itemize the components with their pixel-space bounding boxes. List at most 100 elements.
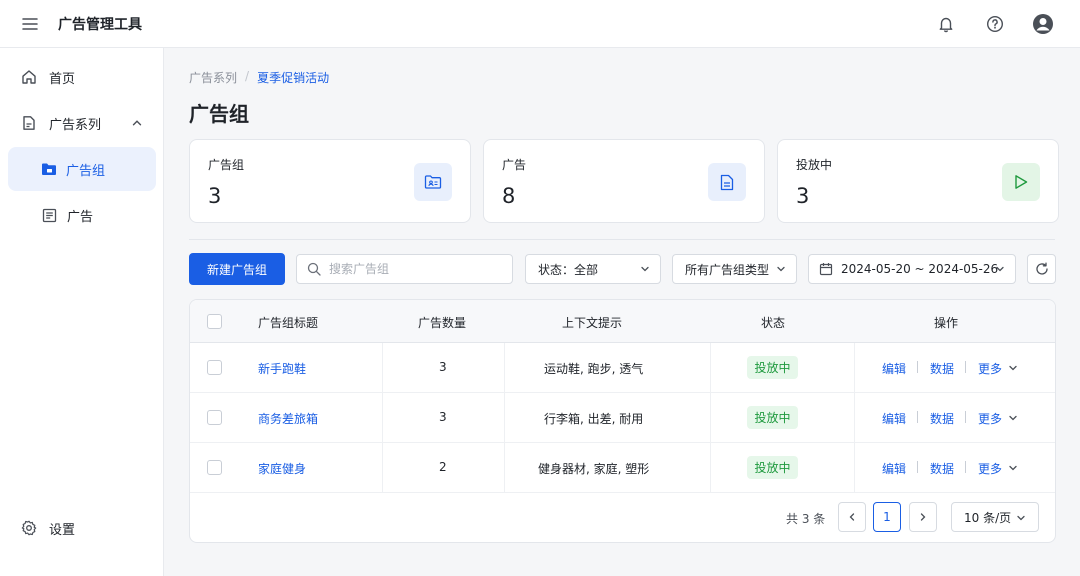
chevron-down-icon: [1009, 415, 1017, 421]
top-bar: 广告管理工具: [0, 0, 1080, 48]
sidebar-item-label: 广告: [67, 209, 94, 225]
more-dropdown[interactable]: 更多: [978, 410, 1018, 427]
status-filter-select[interactable]: 状态：全部: [525, 254, 661, 284]
stat-label: 投放中: [796, 158, 833, 172]
breadcrumb: 广告系列 / 夏季促销活动: [189, 69, 329, 86]
chevron-down-icon: [1009, 365, 1017, 371]
column-header-title[interactable]: 广告组标题: [258, 314, 318, 331]
stat-value: 3: [796, 184, 810, 208]
sidebar-item-ads[interactable]: 广告: [8, 193, 156, 237]
row-checkbox[interactable]: [207, 460, 222, 475]
type-filter-value: 所有广告组类型: [685, 262, 770, 277]
ad-count: 2: [439, 460, 447, 474]
refresh-icon: [1035, 262, 1048, 275]
more-label: 更多: [978, 412, 1003, 426]
action-separator: [917, 361, 918, 373]
more-dropdown[interactable]: 更多: [978, 360, 1018, 377]
play-icon: [1002, 163, 1040, 201]
page-size-select[interactable]: 10 条/页: [951, 502, 1039, 532]
folder-icon: [41, 161, 57, 177]
more-dropdown[interactable]: 更多: [978, 460, 1018, 477]
date-range-picker[interactable]: 2024-05-20 ~ 2024-05-26: [808, 254, 1016, 284]
ad-count: 3: [439, 410, 447, 424]
more-label: 更多: [978, 362, 1003, 376]
help-icon[interactable]: [983, 12, 1007, 36]
sidebar-item-home[interactable]: 首页: [8, 55, 156, 99]
chevron-down-icon: [996, 266, 1004, 272]
sidebar-item-label: 首页: [49, 71, 76, 87]
stat-card-ads: 广告 8: [483, 139, 765, 223]
status-badge: 投放中: [747, 406, 798, 429]
action-separator: [965, 411, 966, 423]
column-header-hints[interactable]: 上下文提示: [562, 314, 622, 331]
sidebar-item-label: 广告组: [66, 163, 106, 179]
date-range-value: 2024-05-20 ~ 2024-05-26: [841, 262, 999, 276]
bell-icon[interactable]: [934, 12, 958, 36]
stat-value: 3: [208, 184, 222, 208]
row-checkbox[interactable]: [207, 410, 222, 425]
context-hints: 健身器材, 家庭, 塑形: [538, 462, 650, 476]
stat-label: 广告组: [208, 158, 245, 172]
page-number-button[interactable]: 1: [873, 502, 901, 532]
gear-icon: [21, 520, 37, 536]
chevron-up-icon[interactable]: [130, 116, 144, 130]
table-row: 家庭健身 2 健身器材, 家庭, 塑形 投放中 编辑 数据 更多: [190, 443, 1055, 493]
refresh-button[interactable]: [1027, 254, 1056, 284]
chevron-down-icon: [1009, 465, 1017, 471]
column-header-count[interactable]: 广告数量: [418, 314, 466, 331]
select-all-checkbox[interactable]: [207, 314, 222, 329]
chevron-down-icon: [641, 266, 649, 272]
home-icon: [21, 69, 37, 85]
chevron-right-icon: [920, 513, 926, 521]
action-separator: [965, 361, 966, 373]
user-avatar-icon[interactable]: [1031, 12, 1055, 36]
action-separator: [917, 411, 918, 423]
ad-group-title-link[interactable]: 新手跑鞋: [258, 360, 306, 377]
row-checkbox[interactable]: [207, 360, 222, 375]
app-title: 广告管理工具: [58, 17, 142, 33]
chevron-down-icon: [777, 266, 785, 272]
edit-link[interactable]: 编辑: [882, 460, 906, 477]
column-header-actions: 操作: [934, 316, 959, 330]
type-filter-select[interactable]: 所有广告组类型: [672, 254, 797, 284]
edit-link[interactable]: 编辑: [882, 410, 906, 427]
breadcrumb-separator: /: [245, 69, 250, 83]
next-page-button[interactable]: [909, 502, 937, 532]
table-header: 广告组标题 广告数量 上下文提示 状态 操作: [190, 300, 1055, 343]
sidebar-item-label: 设置: [49, 522, 76, 538]
context-hints: 运动鞋, 跑步, 透气: [544, 362, 644, 376]
edit-link[interactable]: 编辑: [882, 360, 906, 377]
ad-group-icon: [414, 163, 452, 201]
page-size-value: 10 条/页: [964, 510, 1012, 525]
breadcrumb-current[interactable]: 夏季促销活动: [257, 69, 329, 86]
status-filter-value: 状态：全部: [538, 262, 599, 277]
menu-icon[interactable]: [20, 14, 40, 34]
status-badge: 投放中: [747, 356, 798, 379]
column-header-status[interactable]: 状态: [761, 314, 785, 331]
action-separator: [917, 461, 918, 473]
chevron-left-icon: [849, 513, 855, 521]
data-link[interactable]: 数据: [930, 360, 954, 377]
ad-doc-icon: [41, 207, 57, 223]
new-ad-group-button[interactable]: 新建广告组: [189, 253, 285, 285]
stat-value: 8: [502, 184, 516, 208]
campaign-icon: [21, 115, 37, 131]
prev-page-button[interactable]: [838, 502, 866, 532]
table-row: 新手跑鞋 3 运动鞋, 跑步, 透气 投放中 编辑 数据 更多: [190, 343, 1055, 393]
breadcrumb-parent[interactable]: 广告系列: [189, 69, 237, 86]
context-hints: 行李箱, 出差, 耐用: [544, 412, 644, 426]
action-separator: [965, 461, 966, 473]
sidebar-item-settings[interactable]: 设置: [8, 506, 156, 550]
sidebar-item-label: 广告系列: [49, 117, 102, 133]
ad-group-table: 广告组标题 广告数量 上下文提示 状态 操作 新手跑鞋 3 运动鞋, 跑步, 透…: [189, 299, 1056, 543]
data-link[interactable]: 数据: [930, 460, 954, 477]
search-box[interactable]: [296, 254, 513, 284]
data-link[interactable]: 数据: [930, 410, 954, 427]
sidebar-item-ad-groups[interactable]: 广告组: [8, 147, 156, 191]
ad-group-title-link[interactable]: 商务差旅箱: [258, 410, 318, 427]
ad-group-title-link[interactable]: 家庭健身: [258, 460, 306, 477]
sidebar-item-campaigns[interactable]: 广告系列: [8, 101, 156, 145]
search-input[interactable]: [329, 262, 499, 276]
chevron-down-icon: [1017, 515, 1025, 521]
page-title: 广告组: [189, 102, 249, 126]
